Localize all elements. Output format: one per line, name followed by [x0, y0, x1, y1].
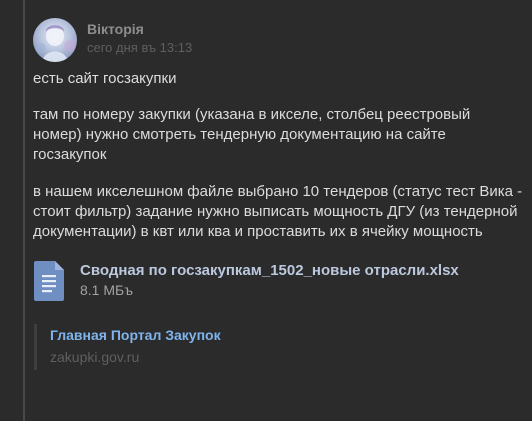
link-embed: Главная Портал Закупок zakupki.gov.ru	[34, 324, 523, 370]
author-name[interactable]: Вікторія	[87, 21, 192, 37]
file-size: 8.1 МБъ	[80, 282, 133, 298]
avatar[interactable]	[33, 18, 77, 62]
message-header: Вікторія сего дня въ 13:13	[33, 15, 523, 67]
embed-title-link[interactable]: Главная Портал Закупок	[50, 324, 523, 344]
file-attachment[interactable]: Сводная по госзакупкам_1502_новые отрасл…	[33, 261, 523, 301]
chat-message: Вікторія сего дня въ 13:13 есть сайт гос…	[33, 15, 523, 370]
message-timestamp: сего дня въ 13:13	[87, 40, 193, 55]
message-paragraph: там по номеру закупки (указана в икселе,…	[33, 106, 471, 163]
embed-url: zakupki.gov.ru	[50, 349, 140, 365]
message-paragraph: есть сайт госзакупки	[33, 70, 177, 87]
file-info: Сводная по госзакупкам_1502_новые отрасл…	[80, 262, 459, 300]
document-icon	[34, 261, 64, 301]
message-meta: Вікторія сего дня въ 13:13	[87, 21, 192, 58]
file-name[interactable]: Сводная по госзакупкам_1502_новые отрасл…	[80, 262, 459, 280]
thread-line	[23, 0, 25, 421]
avatar-image	[36, 25, 76, 62]
message-paragraph: в нашем икселешном файле выбрано 10 тенд…	[33, 183, 523, 240]
